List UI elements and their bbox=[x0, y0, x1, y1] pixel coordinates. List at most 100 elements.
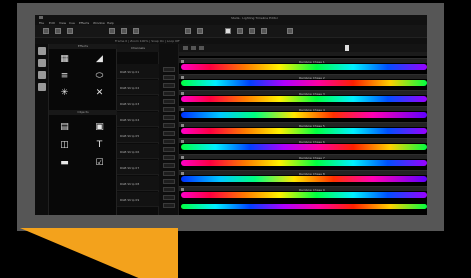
fit-icon[interactable] bbox=[199, 46, 204, 50]
channel-select[interactable] bbox=[163, 91, 175, 96]
cue-header[interactable]: Rainbow Chase 3 bbox=[179, 90, 427, 96]
cue-dot-icon bbox=[181, 76, 184, 79]
color-effect-bar[interactable] bbox=[181, 176, 427, 182]
color-effect-bar[interactable] bbox=[181, 204, 427, 209]
cue-header[interactable]: Rainbow Chase 2 bbox=[179, 74, 427, 80]
open-button[interactable] bbox=[55, 28, 61, 34]
play-button[interactable] bbox=[225, 28, 231, 34]
bars-icon[interactable]: ≡ bbox=[59, 71, 70, 81]
record-button[interactable] bbox=[249, 28, 255, 34]
fixtures-icon[interactable] bbox=[38, 59, 46, 67]
channel-select[interactable] bbox=[163, 83, 175, 88]
cue-header[interactable]: Rainbow Chase 5 bbox=[179, 122, 427, 128]
checkbox-icon[interactable]: ☑ bbox=[94, 158, 105, 168]
cue-header[interactable]: Rainbow Chase 4 bbox=[179, 106, 427, 112]
effects-panel-title: Effects bbox=[49, 44, 117, 49]
playhead-marker[interactable] bbox=[345, 45, 349, 51]
channel-label: RGB Strip 08 bbox=[120, 182, 140, 186]
channel-label: RGB Strip 04 bbox=[120, 118, 140, 122]
table-icon[interactable]: ▤ bbox=[59, 122, 70, 132]
channel-select[interactable] bbox=[163, 179, 175, 184]
cue-dot-icon bbox=[181, 124, 184, 127]
cross-icon[interactable]: ✕ bbox=[94, 88, 105, 98]
channel-select[interactable] bbox=[163, 115, 175, 120]
channel-select[interactable] bbox=[163, 75, 175, 80]
channel-select[interactable] bbox=[163, 67, 175, 72]
cue-dot-icon bbox=[181, 188, 184, 191]
library-panel: Effects ▦ ◢ ≡ ⬭ ✳ ✕ Objects ▤ ▣ ◫ T ▬ ☑ bbox=[49, 44, 117, 215]
cue-dot-icon bbox=[181, 172, 184, 175]
channel-row[interactable]: RGB Strip 08 bbox=[117, 176, 159, 191]
grid-icon[interactable]: ▦ bbox=[59, 54, 70, 64]
timeline-area[interactable]: Rainbow Chase 1 Rainbow Chase 2 Rainbow … bbox=[179, 44, 427, 215]
zoom-in-icon[interactable] bbox=[183, 46, 188, 50]
stop-button[interactable] bbox=[237, 28, 243, 34]
app-logo-icon bbox=[39, 16, 43, 19]
cue-header[interactable]: Rainbow Chase 1 bbox=[179, 58, 427, 64]
undo-button[interactable] bbox=[185, 28, 191, 34]
channel-select[interactable] bbox=[163, 139, 175, 144]
color-effect-bar[interactable] bbox=[181, 160, 427, 166]
channel-select[interactable] bbox=[163, 163, 175, 168]
channel-label: RGB Strip 03 bbox=[120, 102, 140, 106]
channel-select[interactable] bbox=[163, 99, 175, 104]
oval-icon[interactable]: ⬭ bbox=[94, 71, 105, 81]
app-window: Stella · Lighting Timeline Editor File E… bbox=[35, 15, 427, 215]
channel-row[interactable]: RGB Strip 01 bbox=[117, 64, 159, 79]
channel-select[interactable] bbox=[163, 171, 175, 176]
channel-select[interactable] bbox=[163, 147, 175, 152]
film-icon[interactable]: ▬ bbox=[59, 158, 70, 168]
channel-label: RGB Strip 02 bbox=[120, 86, 140, 90]
save-button[interactable] bbox=[67, 28, 73, 34]
channel-row[interactable]: RGB Strip 06 bbox=[117, 144, 159, 159]
color-effect-bar[interactable] bbox=[181, 80, 427, 86]
color-effect-bar[interactable] bbox=[181, 112, 427, 118]
channel-select[interactable] bbox=[163, 131, 175, 136]
settings-icon[interactable] bbox=[38, 83, 46, 91]
channel-select[interactable] bbox=[163, 155, 175, 160]
channel-select[interactable] bbox=[163, 203, 175, 208]
color-effect-bar[interactable] bbox=[181, 144, 427, 150]
color-effect-bar[interactable] bbox=[181, 192, 427, 198]
cue-dot-icon bbox=[181, 108, 184, 111]
cue-header[interactable]: Rainbow Chase 9 bbox=[179, 186, 427, 192]
image-icon[interactable]: ▣ bbox=[94, 122, 105, 132]
color-effect-bar[interactable] bbox=[181, 64, 427, 70]
channel-selector-column bbox=[159, 44, 179, 215]
channel-select[interactable] bbox=[163, 123, 175, 128]
cues-icon[interactable] bbox=[38, 47, 46, 55]
sparkle-icon[interactable]: ✳ bbox=[59, 88, 70, 98]
channel-row[interactable]: RGB Strip 07 bbox=[117, 160, 159, 175]
channel-select[interactable] bbox=[163, 187, 175, 192]
copy-button[interactable] bbox=[121, 28, 127, 34]
color-effect-bar[interactable] bbox=[181, 96, 427, 102]
ramp-icon[interactable]: ◢ bbox=[94, 54, 105, 64]
loop-button[interactable] bbox=[261, 28, 267, 34]
status-text: Frame 0 | Zoom 100% | Snap On | Loop Off bbox=[115, 39, 180, 43]
frame-icon[interactable]: ◫ bbox=[59, 140, 70, 150]
timeline-toolbar bbox=[179, 44, 427, 52]
orange-accent-shape bbox=[20, 228, 178, 278]
cue-header[interactable]: Rainbow Chase 7 bbox=[179, 154, 427, 160]
channel-column-header: Channels bbox=[117, 44, 159, 52]
cut-button[interactable] bbox=[109, 28, 115, 34]
text-icon[interactable]: T bbox=[94, 140, 105, 150]
color-effect-bar[interactable] bbox=[181, 128, 427, 134]
channel-row[interactable]: RGB Strip 09 bbox=[117, 192, 159, 207]
timeline-ruler[interactable] bbox=[179, 52, 427, 56]
redo-button[interactable] bbox=[197, 28, 203, 34]
channel-row[interactable]: RGB Strip 03 bbox=[117, 96, 159, 111]
cue-header[interactable]: Rainbow Chase 8 bbox=[179, 170, 427, 176]
paste-button[interactable] bbox=[133, 28, 139, 34]
channel-row[interactable]: RGB Strip 04 bbox=[117, 112, 159, 127]
channel-row[interactable]: RGB Strip 02 bbox=[117, 80, 159, 95]
zoom-out-icon[interactable] bbox=[191, 46, 196, 50]
settings-button[interactable] bbox=[287, 28, 293, 34]
channel-select[interactable] bbox=[163, 195, 175, 200]
channel-select[interactable] bbox=[163, 107, 175, 112]
media-icon[interactable] bbox=[38, 71, 46, 79]
screenshot-stage: Stella · Lighting Timeline Editor File E… bbox=[0, 0, 471, 278]
channel-row[interactable]: RGB Strip 05 bbox=[117, 128, 159, 143]
cue-header[interactable]: Rainbow Chase 6 bbox=[179, 138, 427, 144]
new-button[interactable] bbox=[43, 28, 49, 34]
